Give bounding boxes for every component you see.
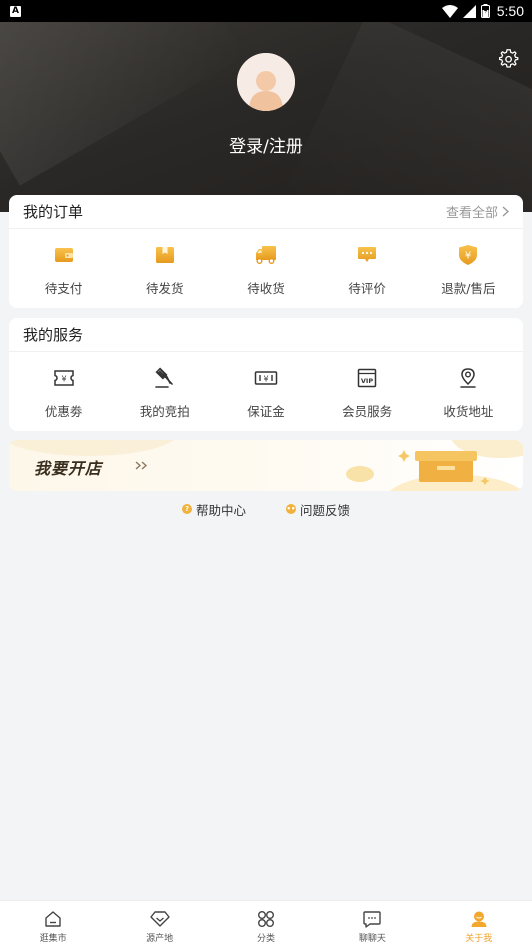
nav-market[interactable]: 逛集市	[0, 901, 106, 946]
order-refund-aftersale[interactable]: ¥ 退款/售后	[420, 229, 516, 297]
open-store-label: 我要开店	[34, 459, 103, 478]
service-item-label: 保证金	[247, 404, 285, 419]
truck-icon	[255, 246, 276, 264]
settings-button[interactable]	[498, 48, 520, 70]
nav-category[interactable]: 分类	[213, 901, 319, 946]
wifi-icon	[441, 4, 458, 18]
battery-icon	[480, 4, 490, 18]
package-icon	[155, 247, 174, 263]
orders-title: 我的订单	[23, 203, 84, 221]
service-shipping-address[interactable]: 收货地址	[420, 352, 516, 420]
order-item-label: 待发货	[146, 281, 184, 296]
nav-profile[interactable]: 关于我	[426, 901, 532, 946]
service-my-auctions[interactable]: 我的竞拍	[117, 352, 213, 420]
status-bar: A 5:50	[0, 0, 532, 22]
profile-icon	[471, 911, 487, 927]
service-item-label: 我的竞拍	[139, 404, 190, 419]
login-register-link[interactable]: 登录/注册	[0, 132, 532, 157]
coupon-icon: ¥	[53, 370, 74, 386]
order-pending-shipment[interactable]: 待发货	[117, 229, 213, 297]
chevron-right-icon	[502, 206, 509, 217]
app-badge-icon: A	[10, 5, 21, 17]
my-services-card: 我的服务 ¥ 优惠劵 我的竞拍 ¥ 保证金 VIP 会员服务 收货地址	[9, 318, 523, 431]
deposit-icon: ¥	[254, 371, 278, 385]
diamond-icon	[149, 911, 170, 927]
signal-icon	[462, 4, 476, 18]
status-time: 5:50	[496, 3, 524, 19]
order-pending-receipt[interactable]: 待收货	[218, 229, 314, 297]
refund-shield-icon: ¥	[459, 245, 478, 265]
feedback-icon: ••	[286, 504, 296, 514]
location-icon	[460, 368, 477, 388]
service-deposit[interactable]: ¥ 保证金	[218, 352, 314, 420]
nav-origin[interactable]: 源产地	[107, 901, 213, 946]
service-membership[interactable]: VIP 会员服务	[319, 352, 415, 420]
service-item-label: 会员服务	[342, 404, 393, 419]
help-links: ? 帮助中心 •• 问题反馈	[0, 500, 532, 518]
svg-text:¥: ¥	[465, 251, 471, 262]
gear-icon	[499, 49, 519, 68]
open-store-banner[interactable]: 我要开店	[9, 440, 523, 491]
wallet-icon	[54, 248, 73, 262]
services-title: 我的服务	[23, 326, 84, 344]
service-item-label: 收货地址	[443, 404, 494, 419]
comment-icon	[358, 247, 377, 262]
nav-label: 分类	[256, 934, 275, 944]
view-all-orders-link[interactable]: 查看全部	[446, 202, 509, 221]
svg-text:¥: ¥	[263, 375, 268, 384]
svg-text:VIP: VIP	[361, 377, 373, 385]
profile-header: 登录/注册	[0, 22, 532, 212]
order-item-label: 待支付	[44, 281, 83, 296]
home-icon	[45, 911, 61, 927]
order-item-label: 待收货	[247, 281, 285, 296]
nav-label: 逛集市	[39, 934, 67, 944]
nav-label: 源产地	[146, 934, 174, 944]
double-chevron-icon	[135, 461, 148, 470]
auction-hammer-icon	[154, 367, 173, 388]
nav-label: 关于我	[465, 934, 493, 944]
default-avatar-icon	[237, 53, 295, 111]
order-item-label: 退款/售后	[441, 281, 496, 296]
help-icon: ?	[181, 504, 192, 514]
help-center-label: 帮助中心	[195, 502, 246, 518]
avatar[interactable]	[237, 53, 295, 111]
nav-label: 聊聊天	[358, 934, 386, 944]
feedback-label: 问题反馈	[300, 502, 351, 518]
chat-icon	[363, 911, 382, 928]
service-item-label: 优惠劵	[44, 404, 83, 419]
help-center-link[interactable]: ? 帮助中心	[181, 500, 246, 519]
bottom-navigation: 逛集市 源产地 分类 聊聊天 关于我	[0, 900, 532, 946]
nav-chat[interactable]: 聊聊天	[319, 901, 425, 946]
view-all-label: 查看全部	[445, 206, 498, 221]
svg-text:¥: ¥	[61, 375, 66, 384]
vip-icon: VIP	[357, 368, 377, 388]
my-orders-card: 我的订单 查看全部 待支付 待发货 待收货 待评价 ¥ 退款/售后	[9, 195, 523, 308]
feedback-link[interactable]: •• 问题反馈	[286, 500, 350, 519]
service-coupons[interactable]: ¥ 优惠劵	[16, 352, 112, 420]
category-icon	[257, 911, 274, 927]
order-pending-payment[interactable]: 待支付	[16, 229, 112, 297]
order-item-label: 待评价	[348, 281, 386, 296]
order-pending-review[interactable]: 待评价	[319, 229, 415, 297]
